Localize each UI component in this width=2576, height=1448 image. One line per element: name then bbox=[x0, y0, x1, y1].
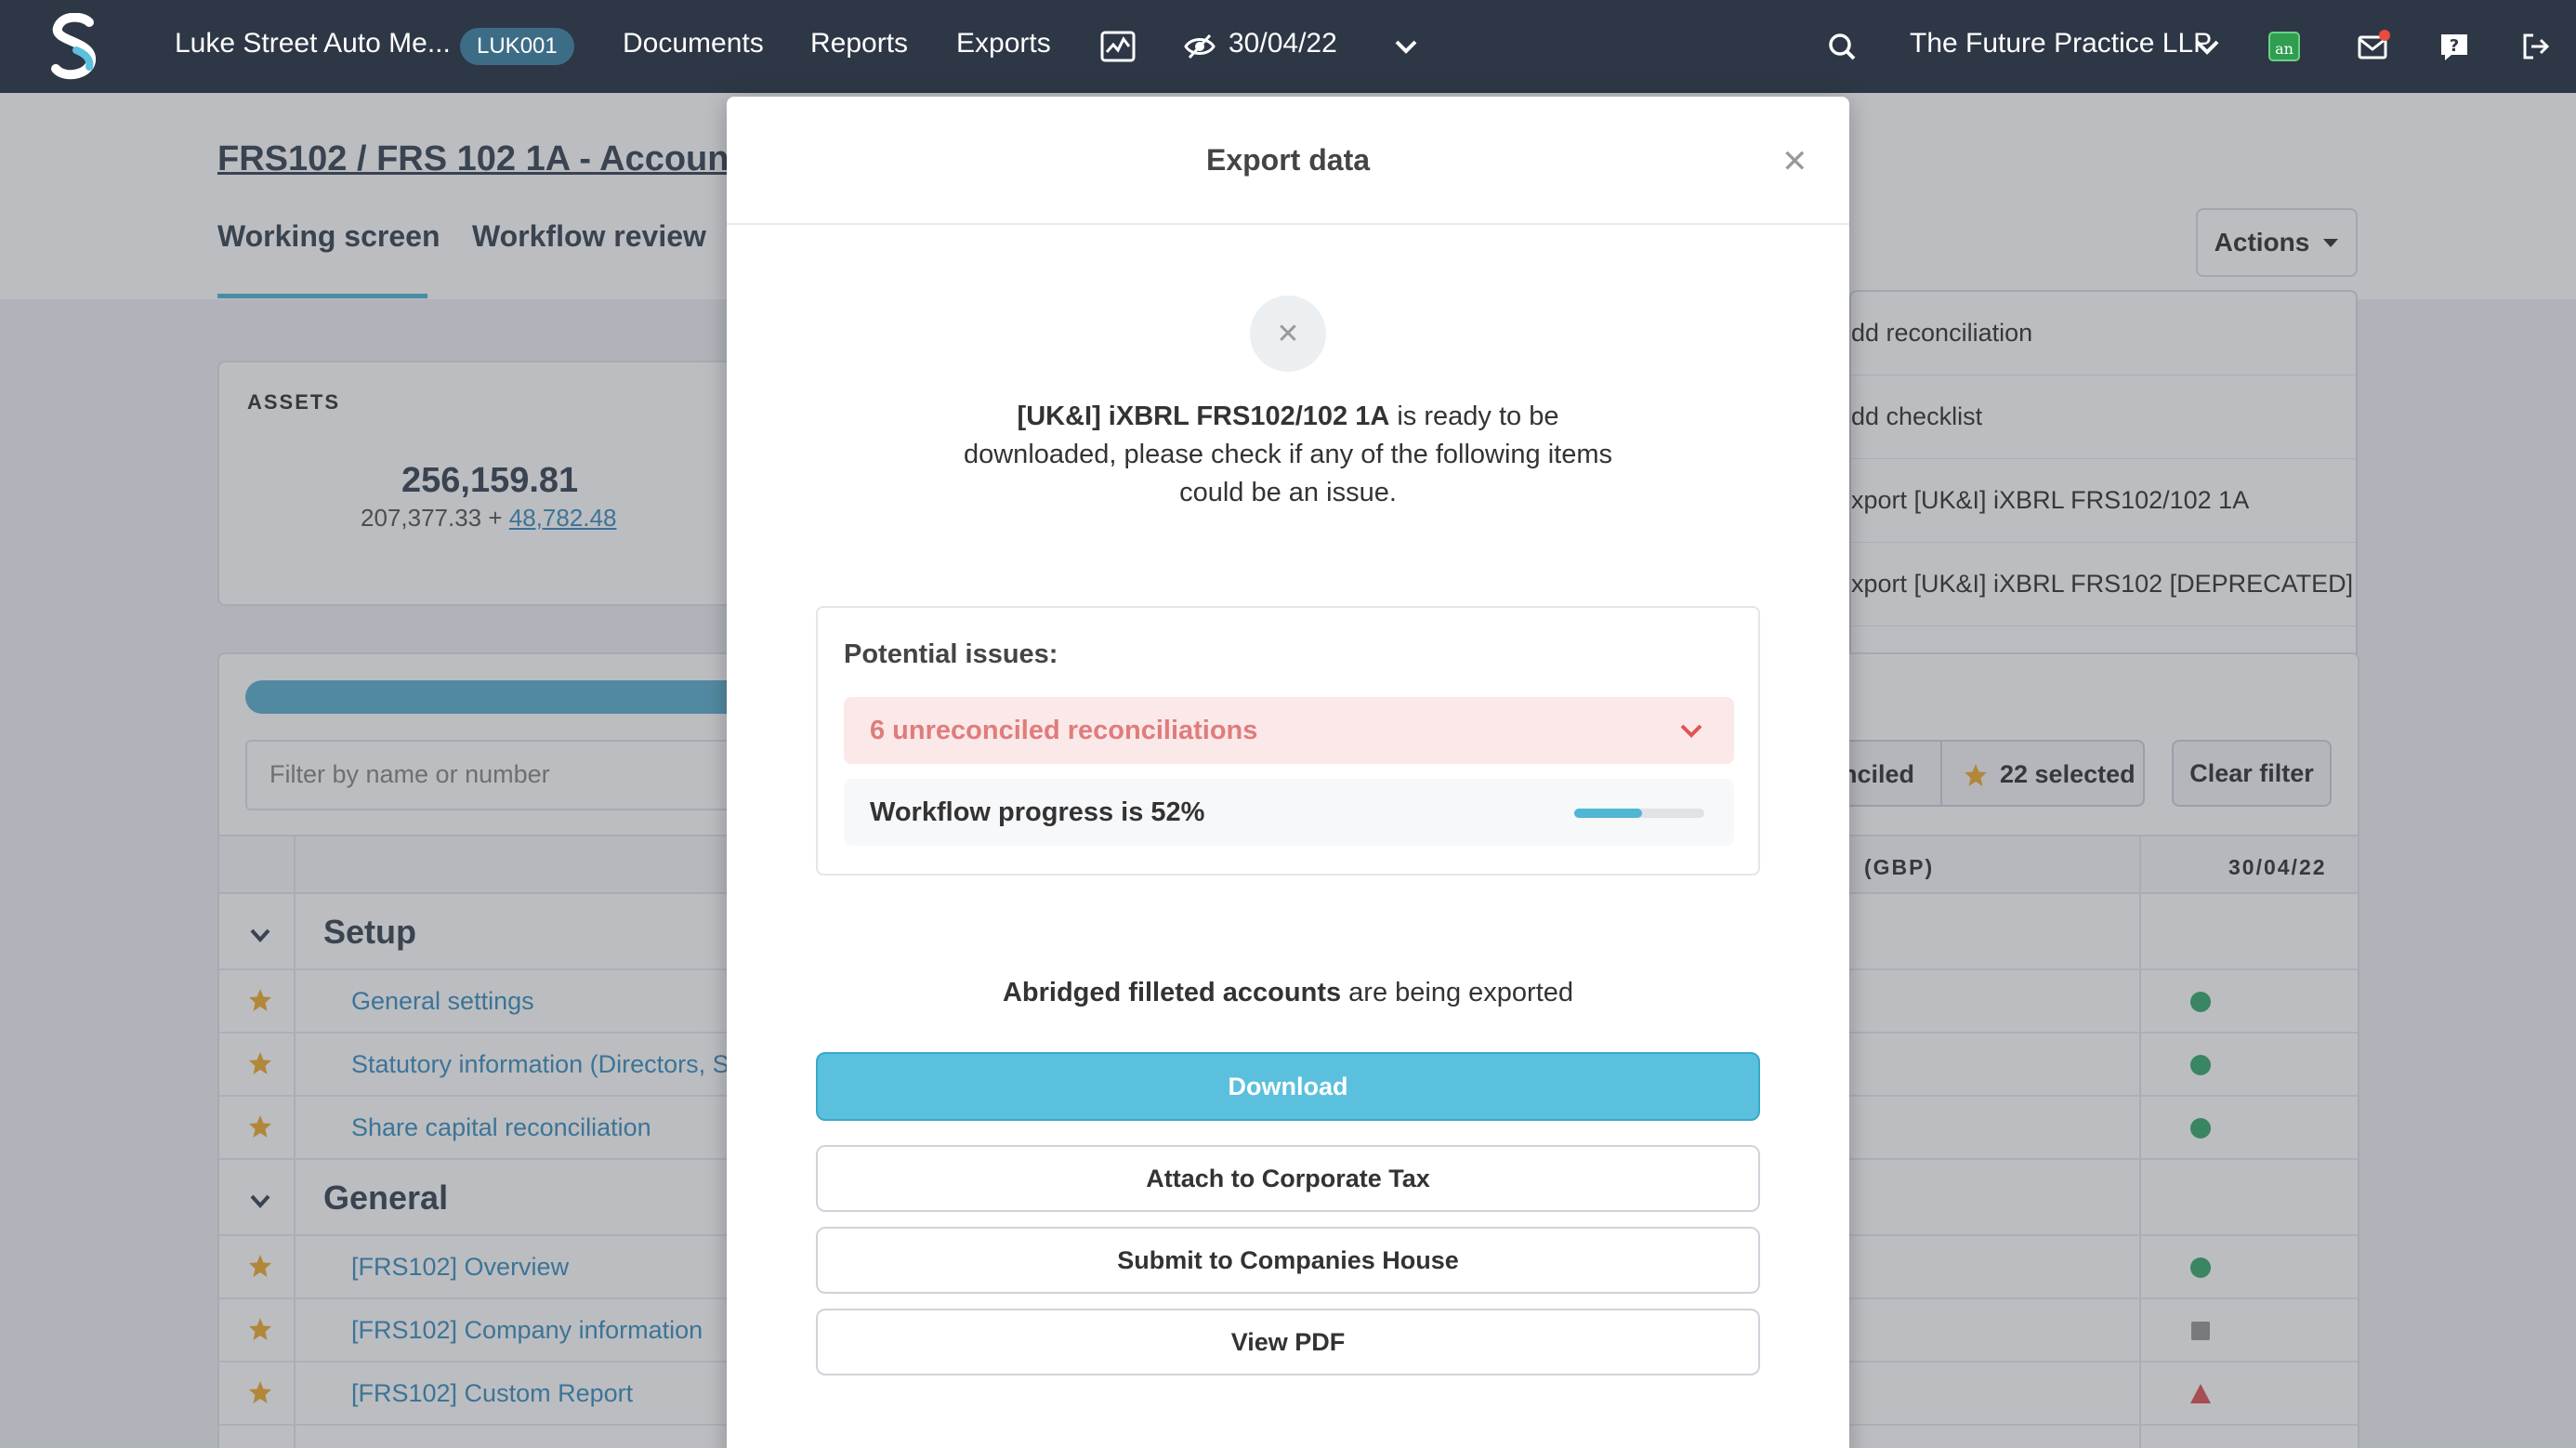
modal-header: Export data ✕ bbox=[727, 97, 1849, 225]
submit-companies-house-button[interactable]: Submit to Companies House bbox=[816, 1227, 1760, 1294]
practice-name[interactable]: The Future Practice LLP bbox=[1910, 28, 2212, 59]
search-icon[interactable] bbox=[1827, 28, 1857, 65]
top-nav-bar: Luke Street Auto Me... LUK001 Documents … bbox=[0, 0, 2576, 93]
issue-workflow-label: Workflow progress is 52% bbox=[870, 797, 1205, 827]
practice-chevron-icon[interactable] bbox=[2193, 28, 2221, 65]
logout-icon[interactable] bbox=[2520, 28, 2552, 65]
svg-text:an: an bbox=[2275, 40, 2293, 58]
logo-s-icon[interactable] bbox=[48, 13, 100, 80]
chart-icon[interactable] bbox=[1099, 28, 1137, 65]
workflow-progress-fill bbox=[1574, 809, 1642, 818]
export-data-modal: Export data ✕ ✕ [UK&I] iXBRL FRS102/102 … bbox=[727, 97, 1849, 1448]
help-icon[interactable]: ? bbox=[2438, 28, 2470, 65]
export-type-rest: are being exported bbox=[1341, 978, 1574, 1007]
download-button[interactable]: Download bbox=[816, 1052, 1760, 1121]
chevron-down-icon[interactable] bbox=[1392, 28, 1420, 65]
period-date[interactable]: 30/04/22 bbox=[1229, 28, 1337, 59]
attach-corporate-tax-button[interactable]: Attach to Corporate Tax bbox=[816, 1145, 1760, 1212]
close-circle-icon: ✕ bbox=[1250, 296, 1326, 372]
app-an-icon[interactable]: an bbox=[2267, 28, 2301, 65]
eye-icon[interactable] bbox=[1184, 28, 1216, 65]
potential-issues-panel: Potential issues: 6 unreconciled reconci… bbox=[816, 606, 1760, 875]
view-pdf-button[interactable]: View PDF bbox=[816, 1309, 1760, 1376]
export-type-message: Abridged filleted accounts are being exp… bbox=[727, 978, 1849, 1008]
ready-message: [UK&I] iXBRL FRS102/102 1A is ready to b… bbox=[953, 398, 1623, 512]
chevron-down-icon[interactable] bbox=[1678, 717, 1704, 744]
nav-documents[interactable]: Documents bbox=[623, 28, 764, 59]
nav-reports[interactable]: Reports bbox=[810, 28, 908, 59]
client-code-badge[interactable]: LUK001 bbox=[460, 28, 574, 65]
close-icon[interactable]: ✕ bbox=[1781, 143, 1808, 180]
nav-exports[interactable]: Exports bbox=[956, 28, 1051, 59]
issue-unreconciled[interactable]: 6 unreconciled reconciliations bbox=[844, 697, 1734, 764]
workflow-progress-track bbox=[1574, 809, 1704, 818]
issue-unreconciled-label: 6 unreconciled reconciliations bbox=[870, 716, 1258, 745]
modal-title: Export data bbox=[1205, 143, 1371, 177]
issues-title: Potential issues: bbox=[844, 639, 1058, 669]
export-type-name: Abridged filleted accounts bbox=[1002, 978, 1342, 1007]
mail-icon[interactable] bbox=[2357, 28, 2390, 65]
svg-text:?: ? bbox=[2450, 36, 2459, 56]
export-format-name: [UK&I] iXBRL FRS102/102 1A bbox=[1017, 401, 1390, 431]
client-name[interactable]: Luke Street Auto Me... bbox=[175, 28, 451, 59]
issue-workflow-progress: Workflow progress is 52% bbox=[844, 779, 1734, 846]
